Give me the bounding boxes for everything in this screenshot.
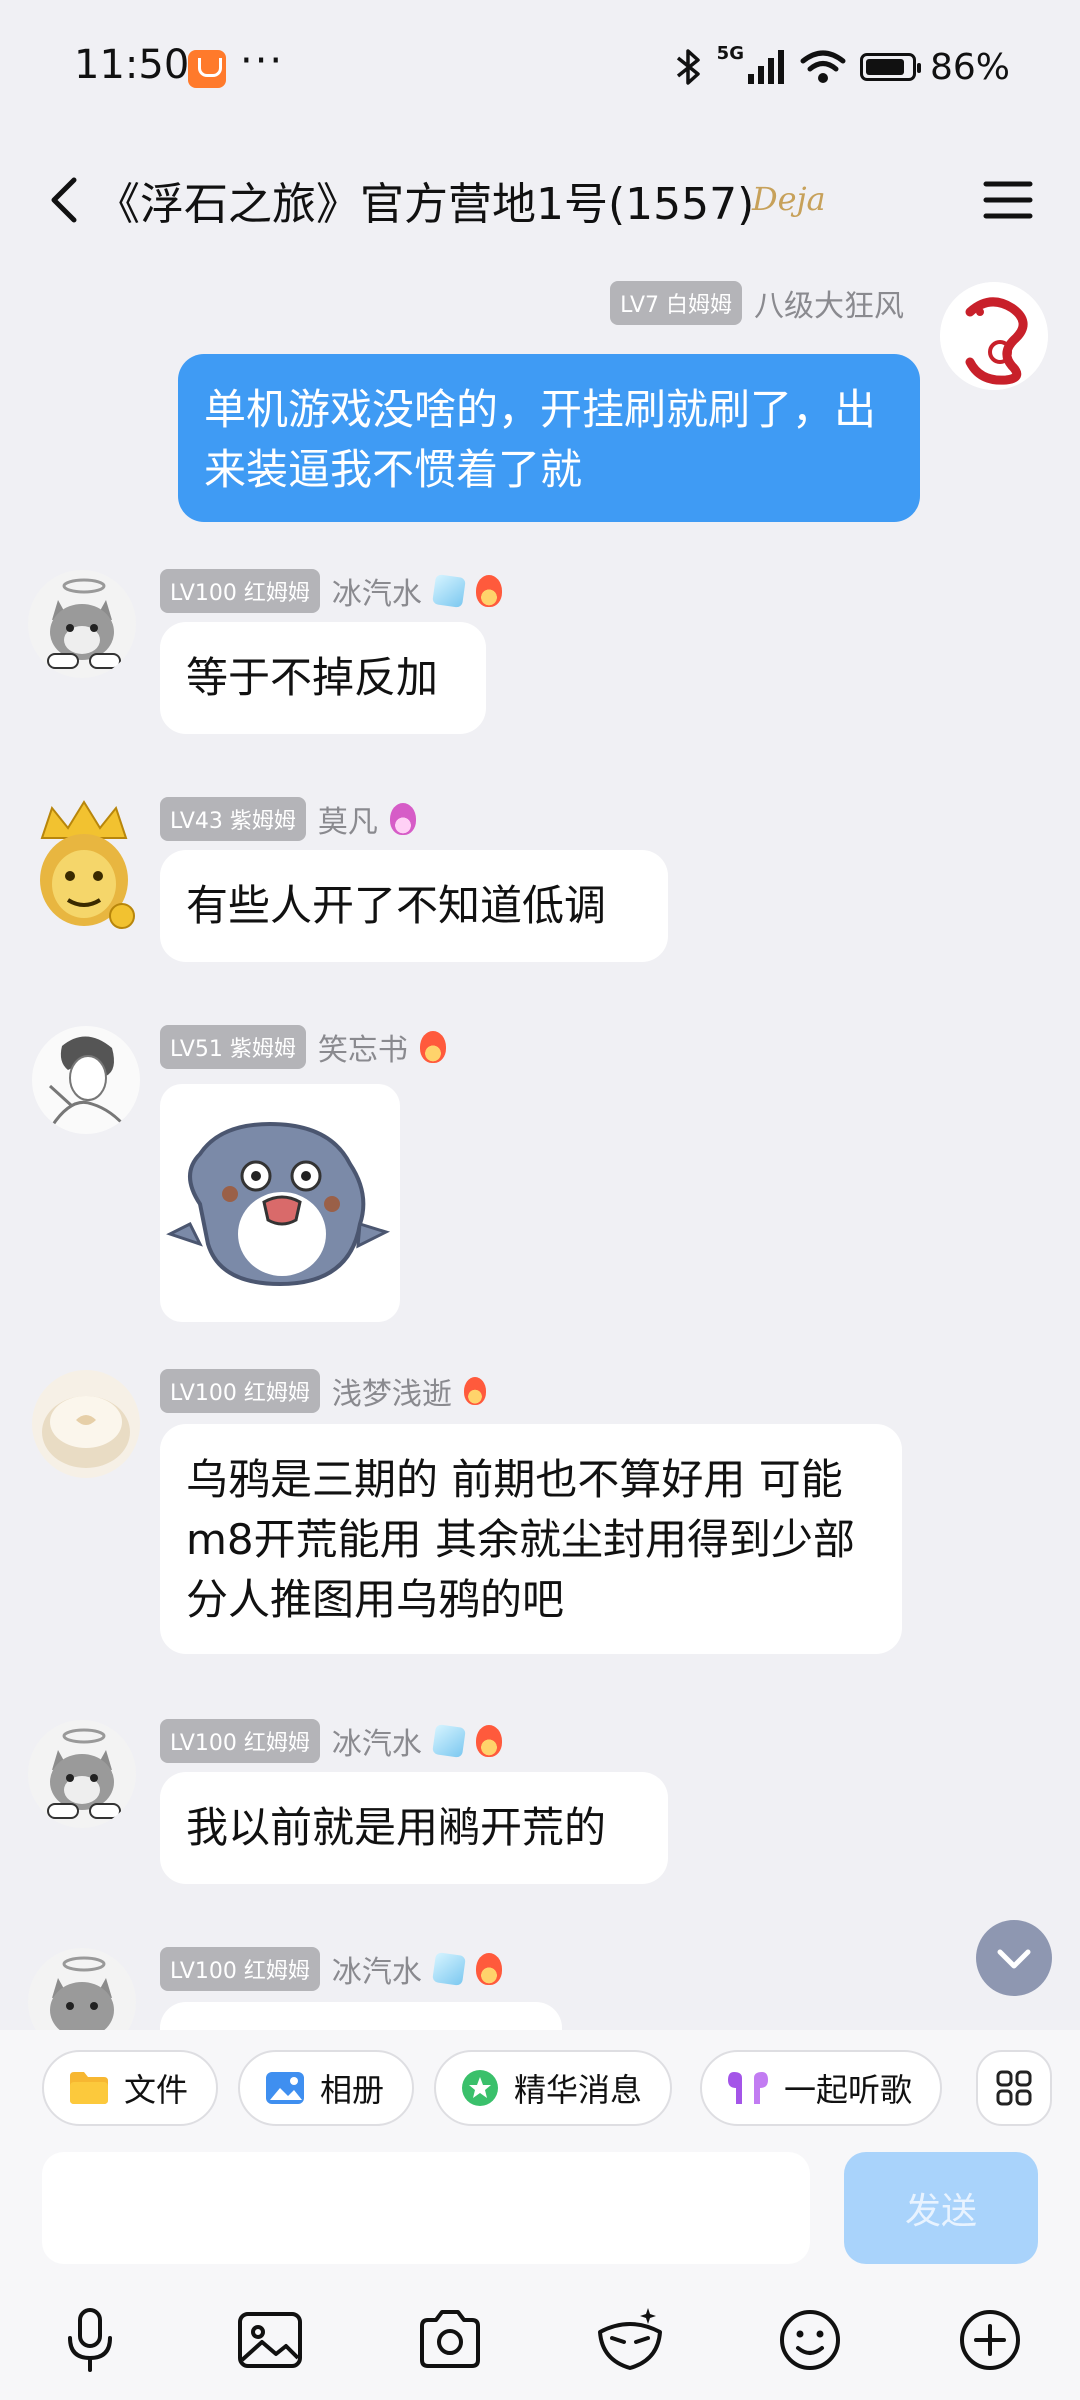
quick-action-label: 一起听歌 (784, 2071, 913, 2109)
more-apps-button[interactable] (976, 2050, 1052, 2126)
menu-icon[interactable] (978, 170, 1038, 230)
cat-avatar-icon (28, 1720, 136, 1828)
level-badge: LV43 紫姆姆 (160, 797, 306, 841)
level-badge: LV100 红姆姆 (160, 1719, 320, 1763)
status-bar: 11:50 ··· 5G 86% (0, 0, 1080, 140)
level-badge: LV100 红姆姆 (160, 1947, 320, 1991)
message-meta: LV43 紫姆姆 莫凡 (160, 797, 416, 841)
ice-cube-icon (431, 1952, 466, 1986)
message-input[interactable] (42, 2152, 810, 2264)
message-meta: LV100 红姆姆 冰汽水 (160, 1947, 502, 1991)
golden-face-avatar-icon (40, 800, 135, 929)
quick-action-label: 相册 (320, 2071, 385, 2109)
send-button[interactable]: 发送 (844, 2152, 1038, 2264)
mask-icon[interactable] (592, 2302, 668, 2378)
photo-icon (266, 2072, 304, 2104)
avatar[interactable] (22, 798, 146, 938)
sender-name: 冰汽水 (331, 1955, 422, 1990)
avatar[interactable] (32, 1026, 140, 1134)
chat-header: 《浮石之旅》官方营地1号(1557) Deja (0, 150, 1080, 250)
avatar[interactable] (28, 570, 136, 678)
notification-app-icon (188, 50, 226, 88)
cat-avatar-icon (28, 1948, 136, 2030)
quick-actions-bar: 文件 相册 精华消息 一起听歌 (0, 2050, 1080, 2130)
message-bubble[interactable]: 单机游戏没啥的，开挂刷就刷了，出来装逼我不惯着了就 (178, 354, 920, 522)
chat-screen: 11:50 ··· 5G 86% 《浮石之旅》官方营地1号(1557) Deja… (0, 0, 1080, 2400)
quick-action-album[interactable]: 相册 (238, 2050, 415, 2126)
quick-action-label: 文件 (124, 2071, 189, 2109)
scroll-to-bottom-button[interactable] (976, 1920, 1052, 1996)
level-badge: LV100 红姆姆 (160, 569, 320, 613)
composer-toolbar (0, 2292, 1080, 2388)
fire-icon (463, 1377, 486, 1405)
chevron-down-icon (997, 1949, 1031, 1969)
sender-name: 冰汽水 (331, 1727, 422, 1762)
ice-cube-icon (431, 574, 466, 608)
level-badge: LV51 紫姆姆 (160, 1025, 306, 1069)
input-row: 发送 (0, 2152, 1080, 2264)
sender-name: 浅梦浅逝 (331, 1377, 452, 1412)
group-title[interactable]: 《浮石之旅》官方营地1号(1557) (96, 168, 754, 232)
wifi-icon (800, 50, 846, 83)
microphone-icon[interactable] (52, 2302, 128, 2378)
back-icon[interactable] (38, 168, 98, 232)
camera-icon[interactable] (412, 2302, 488, 2378)
sender-name: 笑忘书 (317, 1033, 408, 1068)
avatar[interactable] (28, 1948, 136, 2030)
status-time: 11:50 (74, 42, 190, 88)
quick-action-listen[interactable]: 一起听歌 (700, 2050, 943, 2126)
quick-action-files[interactable]: 文件 (42, 2050, 219, 2126)
message-meta: LV7 白姆姆 八级大狂风 (610, 281, 904, 325)
folder-icon (70, 2072, 108, 2104)
level-badge: LV100 红姆姆 (160, 1369, 320, 1413)
sender-name: 莫凡 (317, 805, 378, 840)
message-bubble[interactable]: 乌鸦是三期的 前期也不算好用 可能m8开荒能用 其余就尘封用得到少部分人推图用乌… (160, 1424, 902, 1654)
composer-panel: 文件 相册 精华消息 一起听歌 发送 (0, 2030, 1080, 2400)
avatar[interactable] (28, 1720, 136, 1828)
earbuds-icon (728, 2072, 768, 2104)
ice-cube-icon (431, 1724, 466, 1758)
avatar[interactable] (32, 1370, 140, 1478)
message-meta: LV100 红姆姆 冰汽水 (160, 569, 502, 613)
sender-name: 冰汽水 (331, 577, 422, 612)
message-meta: LV100 红姆姆 冰汽水 (160, 1719, 502, 1763)
message-meta: LV51 紫姆姆 笑忘书 (160, 1025, 446, 1069)
fire-icon (475, 575, 502, 607)
message-list[interactable]: LV7 白姆姆 八级大狂风 单机游戏没啥的，开挂刷就刷了，出来装逼我不惯着了就 (0, 270, 1080, 2030)
coffee-cup-avatar-icon (32, 1370, 140, 1478)
purple-fire-icon (389, 803, 416, 835)
sender-name: 八级大狂风 (754, 289, 904, 324)
cat-avatar-icon (28, 570, 136, 678)
message-meta: LV100 红姆姆 浅梦浅逝 (160, 1369, 486, 1413)
image-icon[interactable] (232, 2302, 308, 2378)
more-notifications-icon: ··· (240, 38, 285, 84)
group-decoration: Deja (752, 180, 826, 218)
avatar[interactable] (940, 282, 1048, 390)
message-bubble[interactable]: 有些人开了不知道低调 (160, 850, 668, 962)
battery-icon (859, 53, 921, 81)
signal-icon (747, 50, 784, 84)
status-right: 5G 86% (673, 42, 1010, 92)
sticker-message[interactable] (160, 1084, 400, 1322)
quick-action-label: 精华消息 (514, 2071, 643, 2109)
bluetooth-icon (676, 49, 700, 85)
fire-icon (419, 1031, 446, 1063)
star-badge-icon (462, 2070, 498, 2106)
fire-icon (475, 1725, 502, 1757)
plus-icon[interactable] (952, 2302, 1028, 2378)
anime-boy-avatar-icon (32, 1026, 140, 1134)
message-bubble[interactable]: 我以前就是用鹇开荒的 (160, 1772, 668, 1884)
fire-icon (475, 1953, 502, 1985)
seal-sticker-icon (166, 1121, 391, 1287)
snake-paper-cut-icon (940, 282, 1048, 390)
battery-percent: 86% (929, 46, 1010, 88)
grid-icon (996, 2070, 1032, 2106)
message-bubble[interactable]: 等于不掉反加 (160, 622, 486, 734)
battery-fill (865, 59, 904, 75)
network-type: 5G (716, 42, 744, 64)
emoji-icon[interactable] (772, 2302, 848, 2378)
level-badge: LV7 白姆姆 (610, 281, 742, 325)
quick-action-essence[interactable]: 精华消息 (434, 2050, 673, 2126)
message-bubble[interactable] (160, 2002, 562, 2030)
